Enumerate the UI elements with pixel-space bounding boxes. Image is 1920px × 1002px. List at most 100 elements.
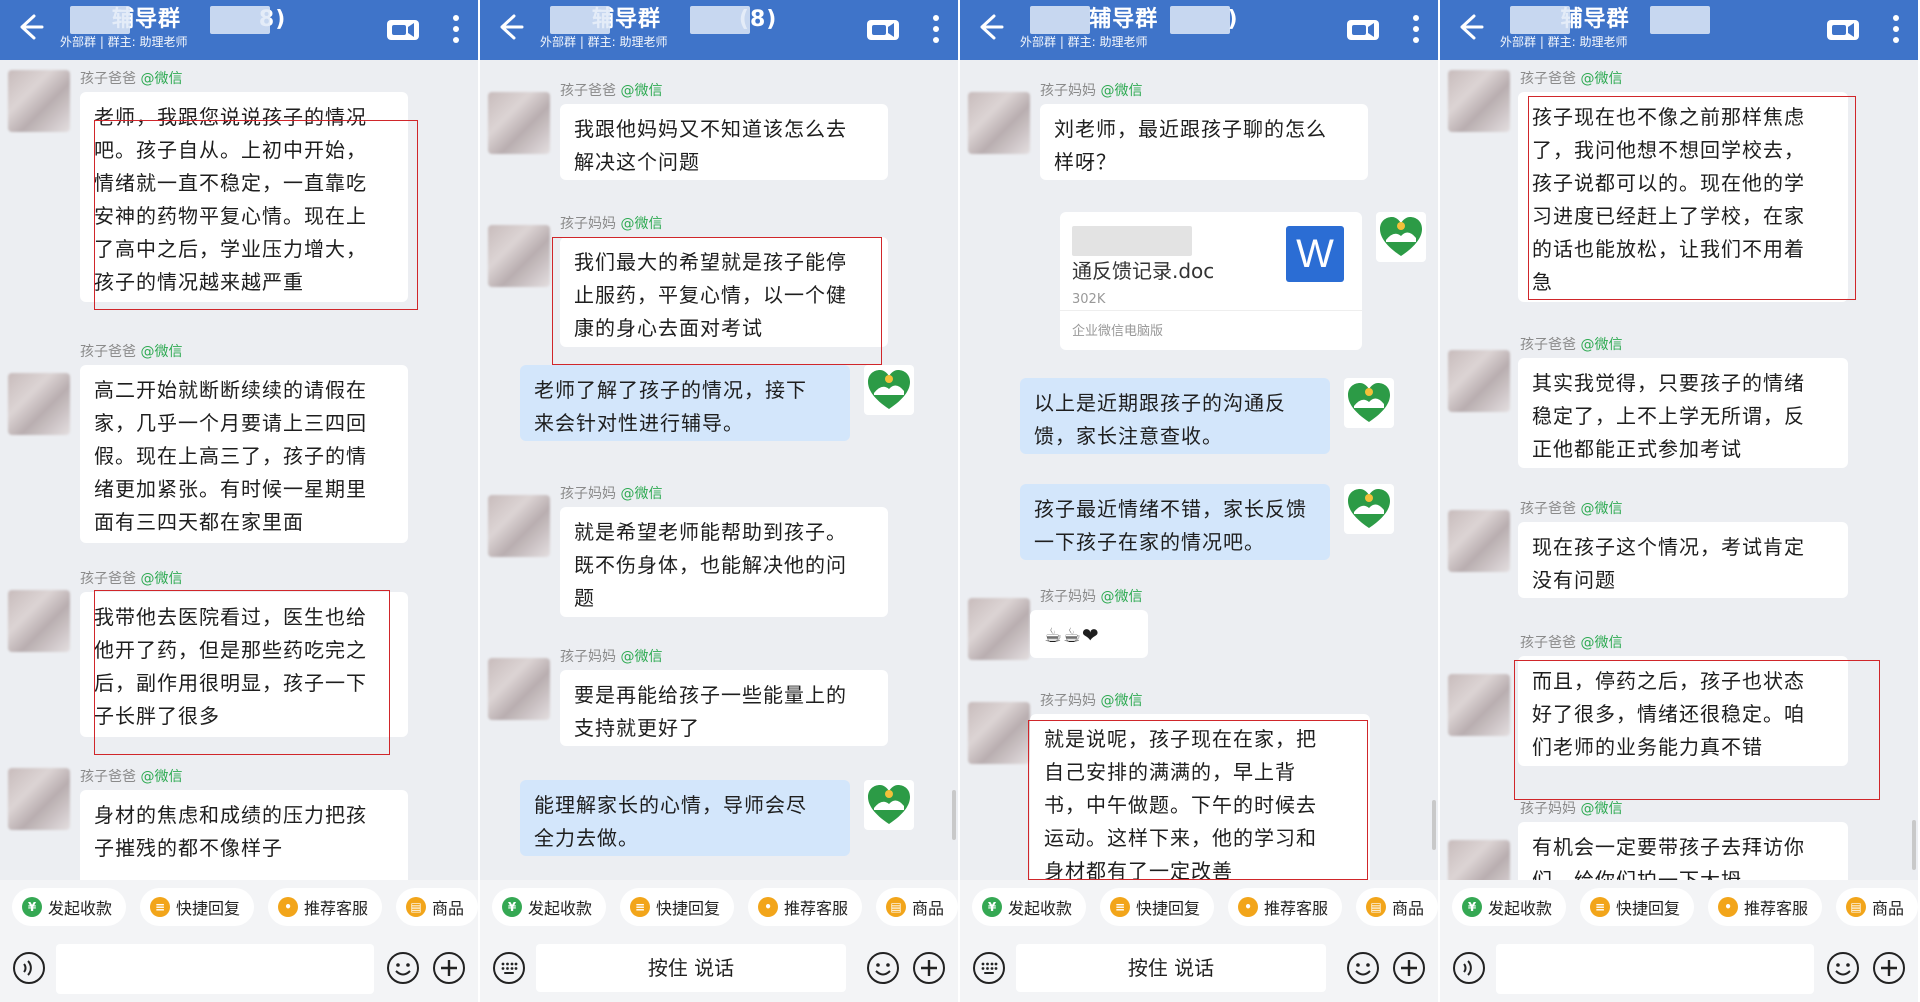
- message-bubble[interactable]: 其实我觉得，只要孩子的情绪 稳定了，上不上学无所谓，反 正他都能正式参加考试: [1518, 358, 1848, 468]
- message-bubble[interactable]: 有机会一定要带孩子去拜访你 们，给你们拍一下大拇: [1518, 822, 1848, 880]
- message-bubble[interactable]: 老师，我跟您说说孩子的情况 吧。孩子自从。上初中开始， 情绪就一直不稳定，一直靠…: [80, 92, 408, 302]
- message-bubble[interactable]: 就是希望老师能帮助到孩子。 既不伤身体，也能解决他的问 题: [560, 507, 888, 617]
- message-bubble[interactable]: 要是再能给孩子一些能量上的 支持就更好了: [560, 670, 888, 746]
- message-bubble[interactable]: 以上是近期跟孩子的沟通反 馈，家长注意查收。: [1020, 378, 1330, 454]
- heart-logo-icon[interactable]: [864, 780, 914, 830]
- message-input[interactable]: [1496, 944, 1814, 994]
- plus-icon[interactable]: [1872, 951, 1906, 985]
- avatar[interactable]: [968, 598, 1030, 660]
- voice-input-icon[interactable]: [12, 951, 46, 985]
- message-bubble[interactable]: 老师了解了孩子的情况，接下 来会针对性进行辅导。: [520, 365, 850, 441]
- message-bubble[interactable]: 孩子最近情绪不错，家长反馈 一下孩子在家的情况吧。: [1020, 484, 1330, 560]
- recommend-service-button[interactable]: • 推荐客服: [748, 888, 863, 926]
- quick-action-label: 发起收款: [528, 899, 593, 918]
- back-arrow-icon[interactable]: [974, 12, 1004, 42]
- avatar[interactable]: [1448, 840, 1510, 880]
- products-button[interactable]: ▤ 商品: [1356, 888, 1438, 926]
- card-divider: [1060, 310, 1362, 311]
- avatar[interactable]: [1448, 350, 1510, 412]
- collect-payment-button[interactable]: ¥ 发起收款: [492, 888, 607, 926]
- video-call-icon[interactable]: [1346, 18, 1380, 42]
- keyboard-icon[interactable]: [492, 951, 526, 985]
- plus-icon[interactable]: [1392, 951, 1426, 985]
- message-list[interactable]: 孩子爸爸 @微信 孩子现在也不像之前那样焦虑 了，我问他想不想回学校去， 孩子说都…: [1440, 60, 1918, 880]
- back-arrow-icon[interactable]: [14, 12, 44, 42]
- heart-logo-icon[interactable]: [1344, 484, 1394, 534]
- more-menu-icon[interactable]: [452, 14, 460, 44]
- quick-reply-button[interactable]: ≡ 快捷回复: [620, 888, 735, 926]
- plus-icon[interactable]: [912, 951, 946, 985]
- message-list[interactable]: 孩子妈妈 @微信 刘老师，最近跟孩子聊的怎么 样呀？ 以上是近期跟孩子的沟通反 馈，…: [960, 60, 1438, 880]
- quick-action-label: 商品: [432, 899, 465, 918]
- avatar[interactable]: [968, 702, 1030, 764]
- products-button[interactable]: ▤ 商品: [396, 888, 478, 926]
- recommend-service-button[interactable]: • 推荐客服: [1708, 888, 1823, 926]
- collect-payment-button[interactable]: ¥ 发起收款: [1452, 888, 1567, 926]
- wechat-tag: @微信: [1580, 501, 1623, 517]
- hold-to-talk-button[interactable]: 按住 说话: [1016, 944, 1326, 992]
- emoji-icon[interactable]: [866, 951, 900, 985]
- keyboard-icon[interactable]: [972, 951, 1006, 985]
- emoji-icon[interactable]: [1826, 951, 1860, 985]
- avatar[interactable]: [8, 590, 70, 652]
- message-list[interactable]: 孩子爸爸 @微信 我跟他妈妈又不知道该怎么去 解决这个问题 孩子妈妈 @微信 我们最大…: [480, 60, 958, 880]
- heart-logo-icon[interactable]: [864, 365, 914, 415]
- voice-input-icon[interactable]: [1452, 951, 1486, 985]
- avatar[interactable]: [488, 225, 550, 287]
- quick-reply-button[interactable]: ≡ 快捷回复: [1100, 888, 1215, 926]
- emoji-icon[interactable]: [1346, 951, 1380, 985]
- more-menu-icon[interactable]: [932, 14, 940, 44]
- sender-name-text: 孩子爸爸: [1520, 501, 1576, 517]
- avatar[interactable]: [968, 92, 1030, 154]
- emoji-icon[interactable]: [386, 951, 420, 985]
- video-call-icon[interactable]: [1826, 18, 1860, 42]
- avatar[interactable]: [488, 92, 550, 154]
- plus-icon[interactable]: [432, 951, 466, 985]
- avatar[interactable]: [1448, 70, 1510, 132]
- collect-payment-button[interactable]: ¥ 发起收款: [12, 888, 127, 926]
- message-input[interactable]: [56, 944, 374, 994]
- message-bubble[interactable]: ☕☕❤: [1030, 610, 1148, 658]
- scrollbar[interactable]: [1912, 820, 1916, 870]
- back-arrow-icon[interactable]: [1454, 12, 1484, 42]
- message-bubble[interactable]: 能理解家长的心情，导师会尽 全力去做。: [520, 780, 850, 856]
- heart-logo-icon[interactable]: [1376, 212, 1426, 262]
- back-arrow-icon[interactable]: [494, 12, 524, 42]
- quick-reply-button[interactable]: ≡ 快捷回复: [1580, 888, 1695, 926]
- avatar[interactable]: [8, 70, 70, 132]
- collect-payment-button[interactable]: ¥ 发起收款: [972, 888, 1087, 926]
- video-call-icon[interactable]: [866, 18, 900, 42]
- message-list[interactable]: 孩子爸爸 @微信 老师，我跟您说说孩子的情况 吧。孩子自从。上初中开始， 情绪就一…: [0, 60, 478, 880]
- avatar[interactable]: [8, 373, 70, 435]
- message-bubble[interactable]: 高二开始就断断续续的请假在 家，几乎一个月要请上三四回 假。现在上高三了，孩子的…: [80, 365, 408, 543]
- message-bubble[interactable]: 现在孩子这个情况，考试肯定 没有问题: [1518, 522, 1848, 598]
- products-button[interactable]: ▤ 商品: [1836, 888, 1918, 926]
- more-menu-icon[interactable]: [1412, 14, 1420, 44]
- scrollbar[interactable]: [952, 790, 956, 840]
- message-bubble[interactable]: 我带他去医院看过，医生也给 他开了药，但是那些药吃完之 后，副作用很明显，孩子一…: [80, 592, 408, 737]
- recommend-service-button[interactable]: • 推荐客服: [1228, 888, 1343, 926]
- recommend-service-button[interactable]: • 推荐客服: [268, 888, 383, 926]
- products-button[interactable]: ▤ 商品: [876, 888, 958, 926]
- message-bubble[interactable]: 我们最大的希望就是孩子能停 止服药，平复心情，以一个健 康的身心去面对考试: [560, 237, 888, 347]
- wechat-tag: @微信: [620, 649, 663, 665]
- avatar[interactable]: [1448, 510, 1510, 572]
- more-menu-icon[interactable]: [1892, 14, 1900, 44]
- hold-to-talk-button[interactable]: 按住 说话: [536, 944, 846, 992]
- message-bubble[interactable]: 就是说呢，孩子现在在家，把 自己安排的满满的，早上背 书，中午做题。下午的时候去…: [1030, 714, 1370, 880]
- avatar[interactable]: [1448, 674, 1510, 736]
- avatar[interactable]: [488, 495, 550, 557]
- message-bubble[interactable]: 而且，停药之后，孩子也状态 好了很多，情绪还很稳定。咱 们老师的业务能力真不错: [1518, 656, 1848, 766]
- file-card[interactable]: 阶段沟 通反馈记录.docW302K企业微信电脑版: [1060, 212, 1362, 350]
- quick-reply-button[interactable]: ≡ 快捷回复: [140, 888, 255, 926]
- message-bubble[interactable]: 孩子现在也不像之前那样焦虑 了，我问他想不想回学校去， 孩子说都可以的。现在他的…: [1518, 92, 1848, 302]
- quick-action-label: 商品: [1872, 899, 1905, 918]
- message-bubble[interactable]: 身材的焦虑和成绩的压力把孩 子摧残的都不像样子: [80, 790, 408, 880]
- scrollbar[interactable]: [1432, 800, 1436, 850]
- message-bubble[interactable]: 刘老师，最近跟孩子聊的怎么 样呀？: [1040, 104, 1368, 180]
- heart-logo-icon[interactable]: [1344, 378, 1394, 428]
- message-bubble[interactable]: 我跟他妈妈又不知道该怎么去 解决这个问题: [560, 104, 888, 180]
- avatar[interactable]: [488, 658, 550, 720]
- video-call-icon[interactable]: [386, 18, 420, 42]
- avatar[interactable]: [8, 768, 70, 830]
